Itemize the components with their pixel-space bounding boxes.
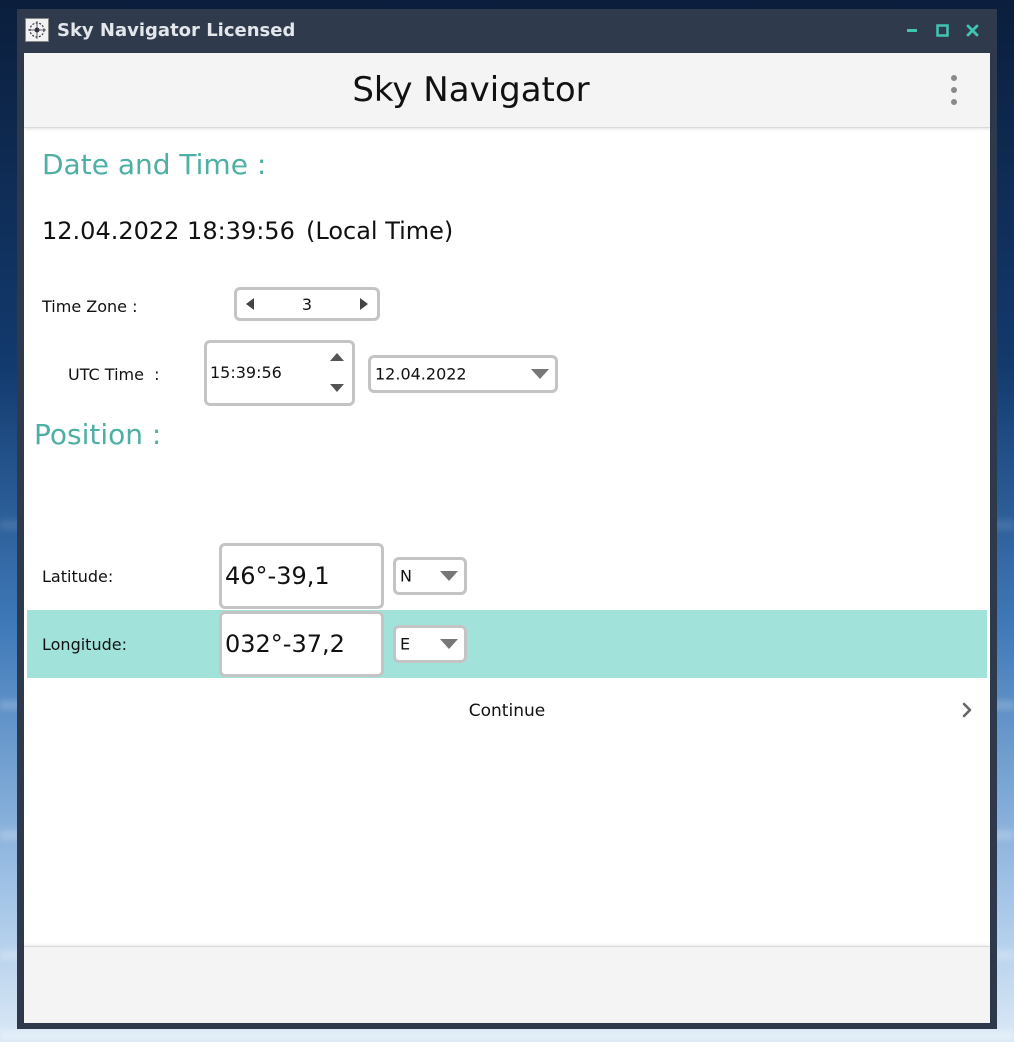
longitude-row — [27, 610, 987, 678]
minimize-icon — [907, 29, 917, 32]
latitude-value: 46°-39,1 — [225, 562, 330, 590]
utc-date-value: 12.04.2022 — [375, 364, 467, 384]
arrow-right-icon — [360, 298, 368, 310]
kebab-menu-icon — [951, 87, 957, 93]
title-bar[interactable]: Sky Navigator Licensed — [17, 9, 997, 53]
arrow-left-icon — [246, 298, 254, 310]
local-time-suffix: (Local Time) — [306, 217, 454, 245]
latitude-label: Latitude: — [42, 567, 114, 586]
app-header: Sky Navigator — [24, 53, 990, 128]
latitude-input[interactable]: 46°-39,1 — [219, 543, 384, 609]
close-button[interactable] — [961, 19, 983, 41]
utc-time-decrement-button[interactable] — [325, 377, 349, 399]
longitude-label: Longitude: — [42, 635, 127, 654]
date-time-heading: Date and Time : — [42, 148, 267, 181]
kebab-menu-icon — [951, 75, 957, 81]
window-title: Sky Navigator Licensed — [57, 20, 296, 41]
app-logo-icon — [25, 18, 49, 42]
latitude-hemisphere-value: N — [400, 566, 412, 586]
chevron-right-icon — [962, 702, 972, 718]
longitude-hemisphere-value: E — [400, 634, 411, 654]
longitude-input[interactable]: 032°-37,2 — [219, 611, 384, 677]
desktop-cloud — [0, 1030, 1014, 1040]
longitude-value: 032°-37,2 — [225, 630, 345, 658]
longitude-hemisphere-dropdown[interactable]: E — [393, 625, 467, 663]
chevron-down-icon — [531, 368, 549, 380]
time-zone-value: 3 — [301, 294, 313, 314]
close-icon — [966, 24, 978, 36]
position-heading: Position : — [34, 418, 162, 451]
time-zone-decrement-button[interactable] — [237, 290, 263, 318]
latitude-hemisphere-dropdown[interactable]: N — [393, 557, 467, 595]
maximize-icon — [935, 23, 949, 37]
utc-time-label: UTC Time : — [68, 365, 160, 384]
page-title: Sky Navigator — [352, 70, 590, 110]
continue-label: Continue — [468, 701, 546, 721]
utc-date-dropdown[interactable]: 12.04.2022 — [368, 355, 558, 393]
chevron-down-icon — [440, 570, 458, 582]
local-datetime: 12.04.2022 18:39:56 — [42, 217, 295, 245]
app-footer — [24, 946, 990, 1023]
utc-time-value: 15:39:56 — [210, 363, 282, 382]
utc-time-increment-button[interactable] — [325, 346, 349, 368]
chevron-down-icon — [440, 638, 458, 650]
minimize-button[interactable] — [901, 19, 923, 41]
app-window: Sky Navigator Licensed Sky Navigator Dat… — [17, 9, 997, 1029]
arrow-up-icon — [330, 353, 344, 361]
arrow-down-icon — [330, 384, 344, 392]
time-zone-increment-button[interactable] — [351, 290, 377, 318]
time-zone-stepper[interactable]: 3 — [234, 287, 380, 321]
app-content: Sky Navigator Date and Time : 12.04.2022… — [24, 53, 990, 1023]
maximize-button[interactable] — [931, 19, 953, 41]
time-zone-label: Time Zone : — [42, 297, 138, 316]
utc-time-spinbox[interactable]: 15:39:56 — [204, 340, 355, 406]
kebab-menu-icon — [951, 99, 957, 105]
overflow-menu-button[interactable] — [944, 75, 964, 105]
continue-button[interactable]: Continue — [27, 689, 987, 733]
